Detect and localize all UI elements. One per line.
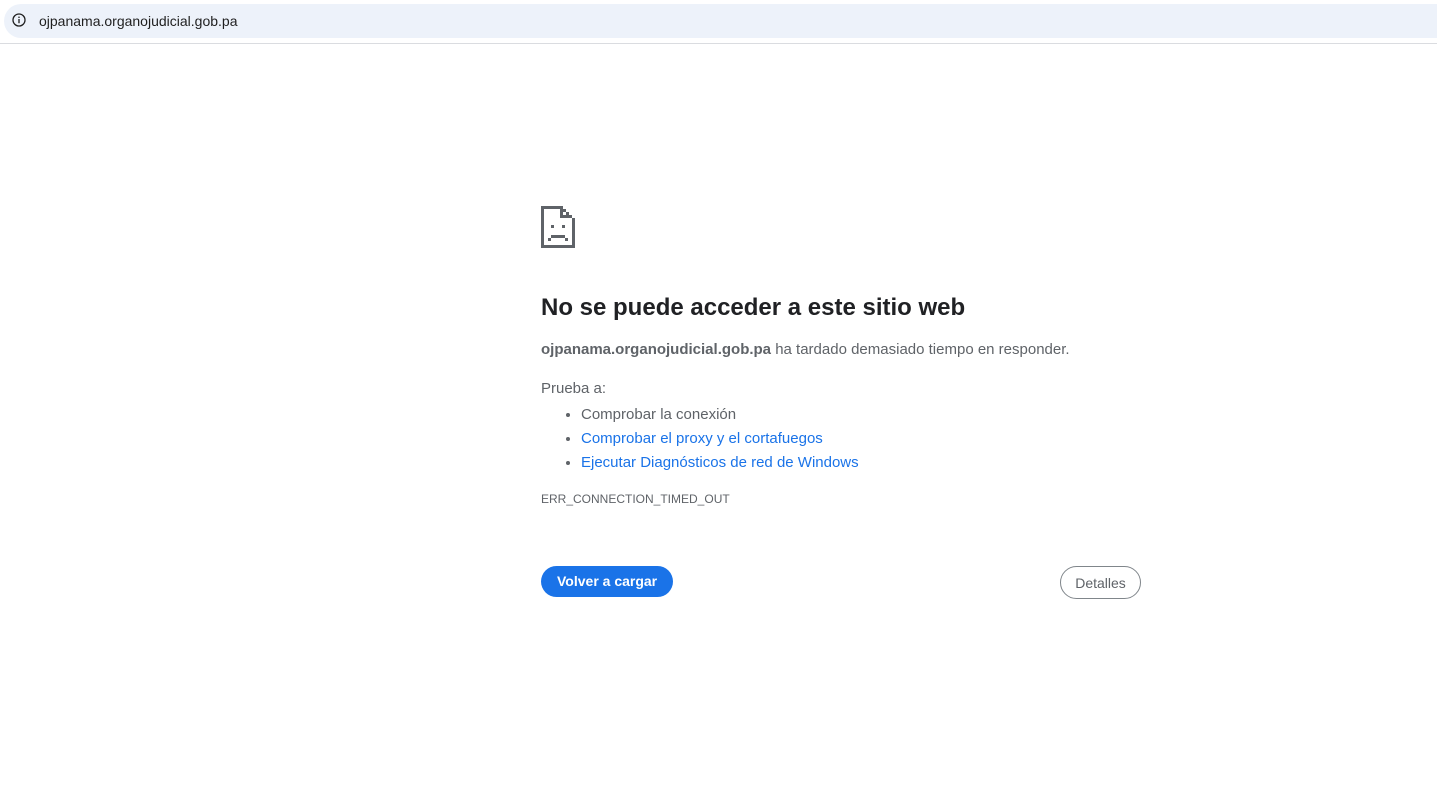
address-bar[interactable]: ojpanama.organojudicial.gob.pa xyxy=(4,4,1437,38)
error-headline: No se puede acceder a este sitio web xyxy=(541,294,966,321)
info-icon[interactable] xyxy=(12,13,26,27)
suggestion-label: Comprobar la conexión xyxy=(581,406,737,423)
details-button[interactable]: Detalles xyxy=(1060,566,1141,599)
address-bar-url[interactable]: ojpanama.organojudicial.gob.pa xyxy=(39,13,237,29)
check-proxy-link[interactable]: Comprobar el proxy y el cortafuegos xyxy=(581,430,823,447)
error-summary: ojpanama.organojudicial.gob.pa ha tardad… xyxy=(541,340,1141,360)
sad-document-icon xyxy=(541,206,575,248)
reload-button[interactable]: Volver a cargar xyxy=(541,566,674,597)
error-content: No se puede acceder a este sitio web ojp… xyxy=(541,206,1141,506)
suggestions-list: Comprobar la conexión Comprobar el proxy… xyxy=(541,403,1141,475)
error-host: ojpanama.organojudicial.gob.pa xyxy=(541,341,772,358)
suggestion-run-diagnostics[interactable]: Ejecutar Diagnósticos de red de Windows xyxy=(581,451,1141,475)
suggestions-heading: Prueba a: xyxy=(541,380,607,397)
suggestion-check-connection: Comprobar la conexión xyxy=(581,403,1141,427)
browser-toolbar: ojpanama.organojudicial.gob.pa xyxy=(0,0,1437,44)
error-summary-text: ha tardado demasiado tiempo en responder… xyxy=(771,341,1070,358)
error-code: ERR_CONNECTION_TIMED_OUT xyxy=(541,492,730,506)
run-diagnostics-link[interactable]: Ejecutar Diagnósticos de red de Windows xyxy=(581,454,859,471)
suggestion-check-proxy-firewall[interactable]: Comprobar el proxy y el cortafuegos xyxy=(581,427,1141,451)
